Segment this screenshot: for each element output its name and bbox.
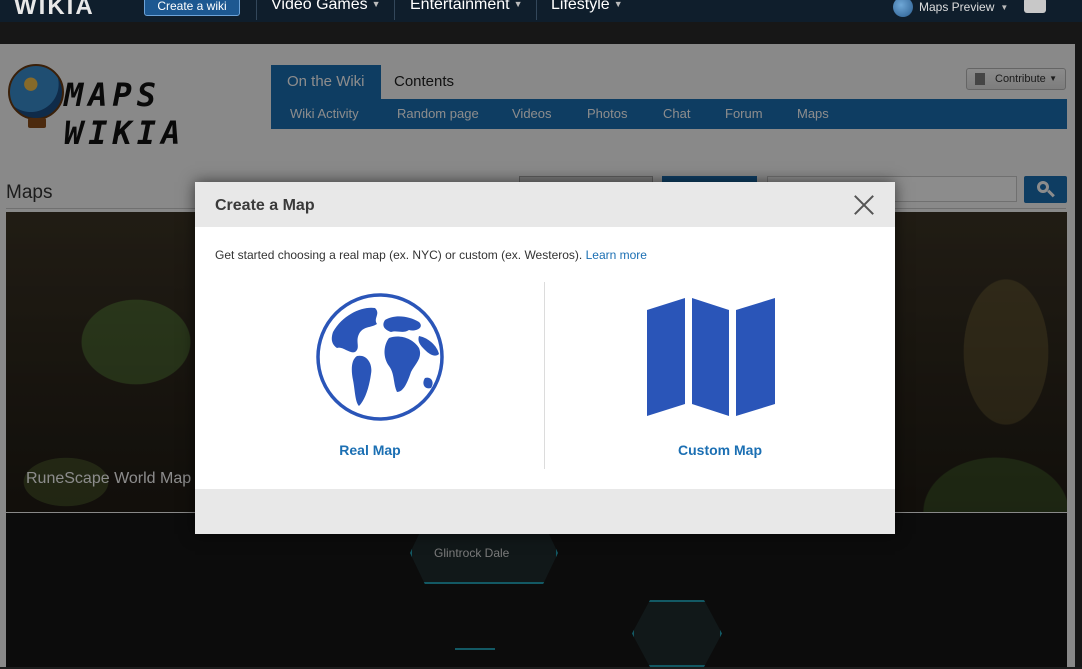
real-map-option[interactable]: Real Map bbox=[195, 282, 545, 469]
real-map-label: Real Map bbox=[339, 442, 401, 458]
chevron-down-icon: ▼ bbox=[613, 0, 623, 9]
chevron-down-icon: ▼ bbox=[1000, 2, 1009, 12]
hub-video-games[interactable]: Video Games ▼ bbox=[271, 0, 381, 14]
modal-header: Create a Map bbox=[195, 182, 895, 227]
modal-footer bbox=[195, 489, 895, 534]
folded-map-icon bbox=[647, 298, 775, 416]
create-map-modal: Create a Map Get started choosing a real… bbox=[195, 182, 895, 534]
nav-separator bbox=[536, 0, 537, 20]
modal-title: Create a Map bbox=[215, 197, 315, 214]
user-name: Maps Preview bbox=[919, 0, 995, 14]
global-navigation: WIKIA Create a wiki Video Games ▼ Enterta… bbox=[0, 0, 1082, 22]
custom-map-label: Custom Map bbox=[678, 442, 762, 458]
nav-separator bbox=[256, 0, 257, 20]
hub-lifestyle[interactable]: Lifestyle ▼ bbox=[551, 0, 623, 14]
learn-more-link[interactable]: Learn more bbox=[586, 248, 647, 262]
globe-icon bbox=[316, 293, 444, 421]
avatar bbox=[893, 0, 913, 17]
custom-map-option[interactable]: Custom Map bbox=[545, 282, 895, 469]
hub-entertainment[interactable]: Entertainment ▼ bbox=[410, 0, 523, 14]
hub-label: Lifestyle bbox=[551, 0, 610, 13]
notifications-icon[interactable] bbox=[1024, 0, 1046, 13]
user-menu[interactable]: Maps Preview ▼ bbox=[893, 0, 1008, 17]
modal-intro: Get started choosing a real map (ex. NYC… bbox=[215, 248, 647, 262]
hub-label: Video Games bbox=[271, 0, 368, 13]
hub-label: Entertainment bbox=[410, 0, 510, 13]
create-wiki-button[interactable]: Create a wiki bbox=[144, 0, 240, 16]
chevron-down-icon: ▼ bbox=[513, 0, 523, 9]
nav-separator bbox=[394, 0, 395, 20]
chevron-down-icon: ▼ bbox=[371, 0, 381, 9]
wikia-logo[interactable]: WIKIA bbox=[14, 0, 95, 21]
close-icon[interactable] bbox=[853, 194, 875, 216]
intro-text: Get started choosing a real map (ex. NYC… bbox=[215, 248, 583, 262]
